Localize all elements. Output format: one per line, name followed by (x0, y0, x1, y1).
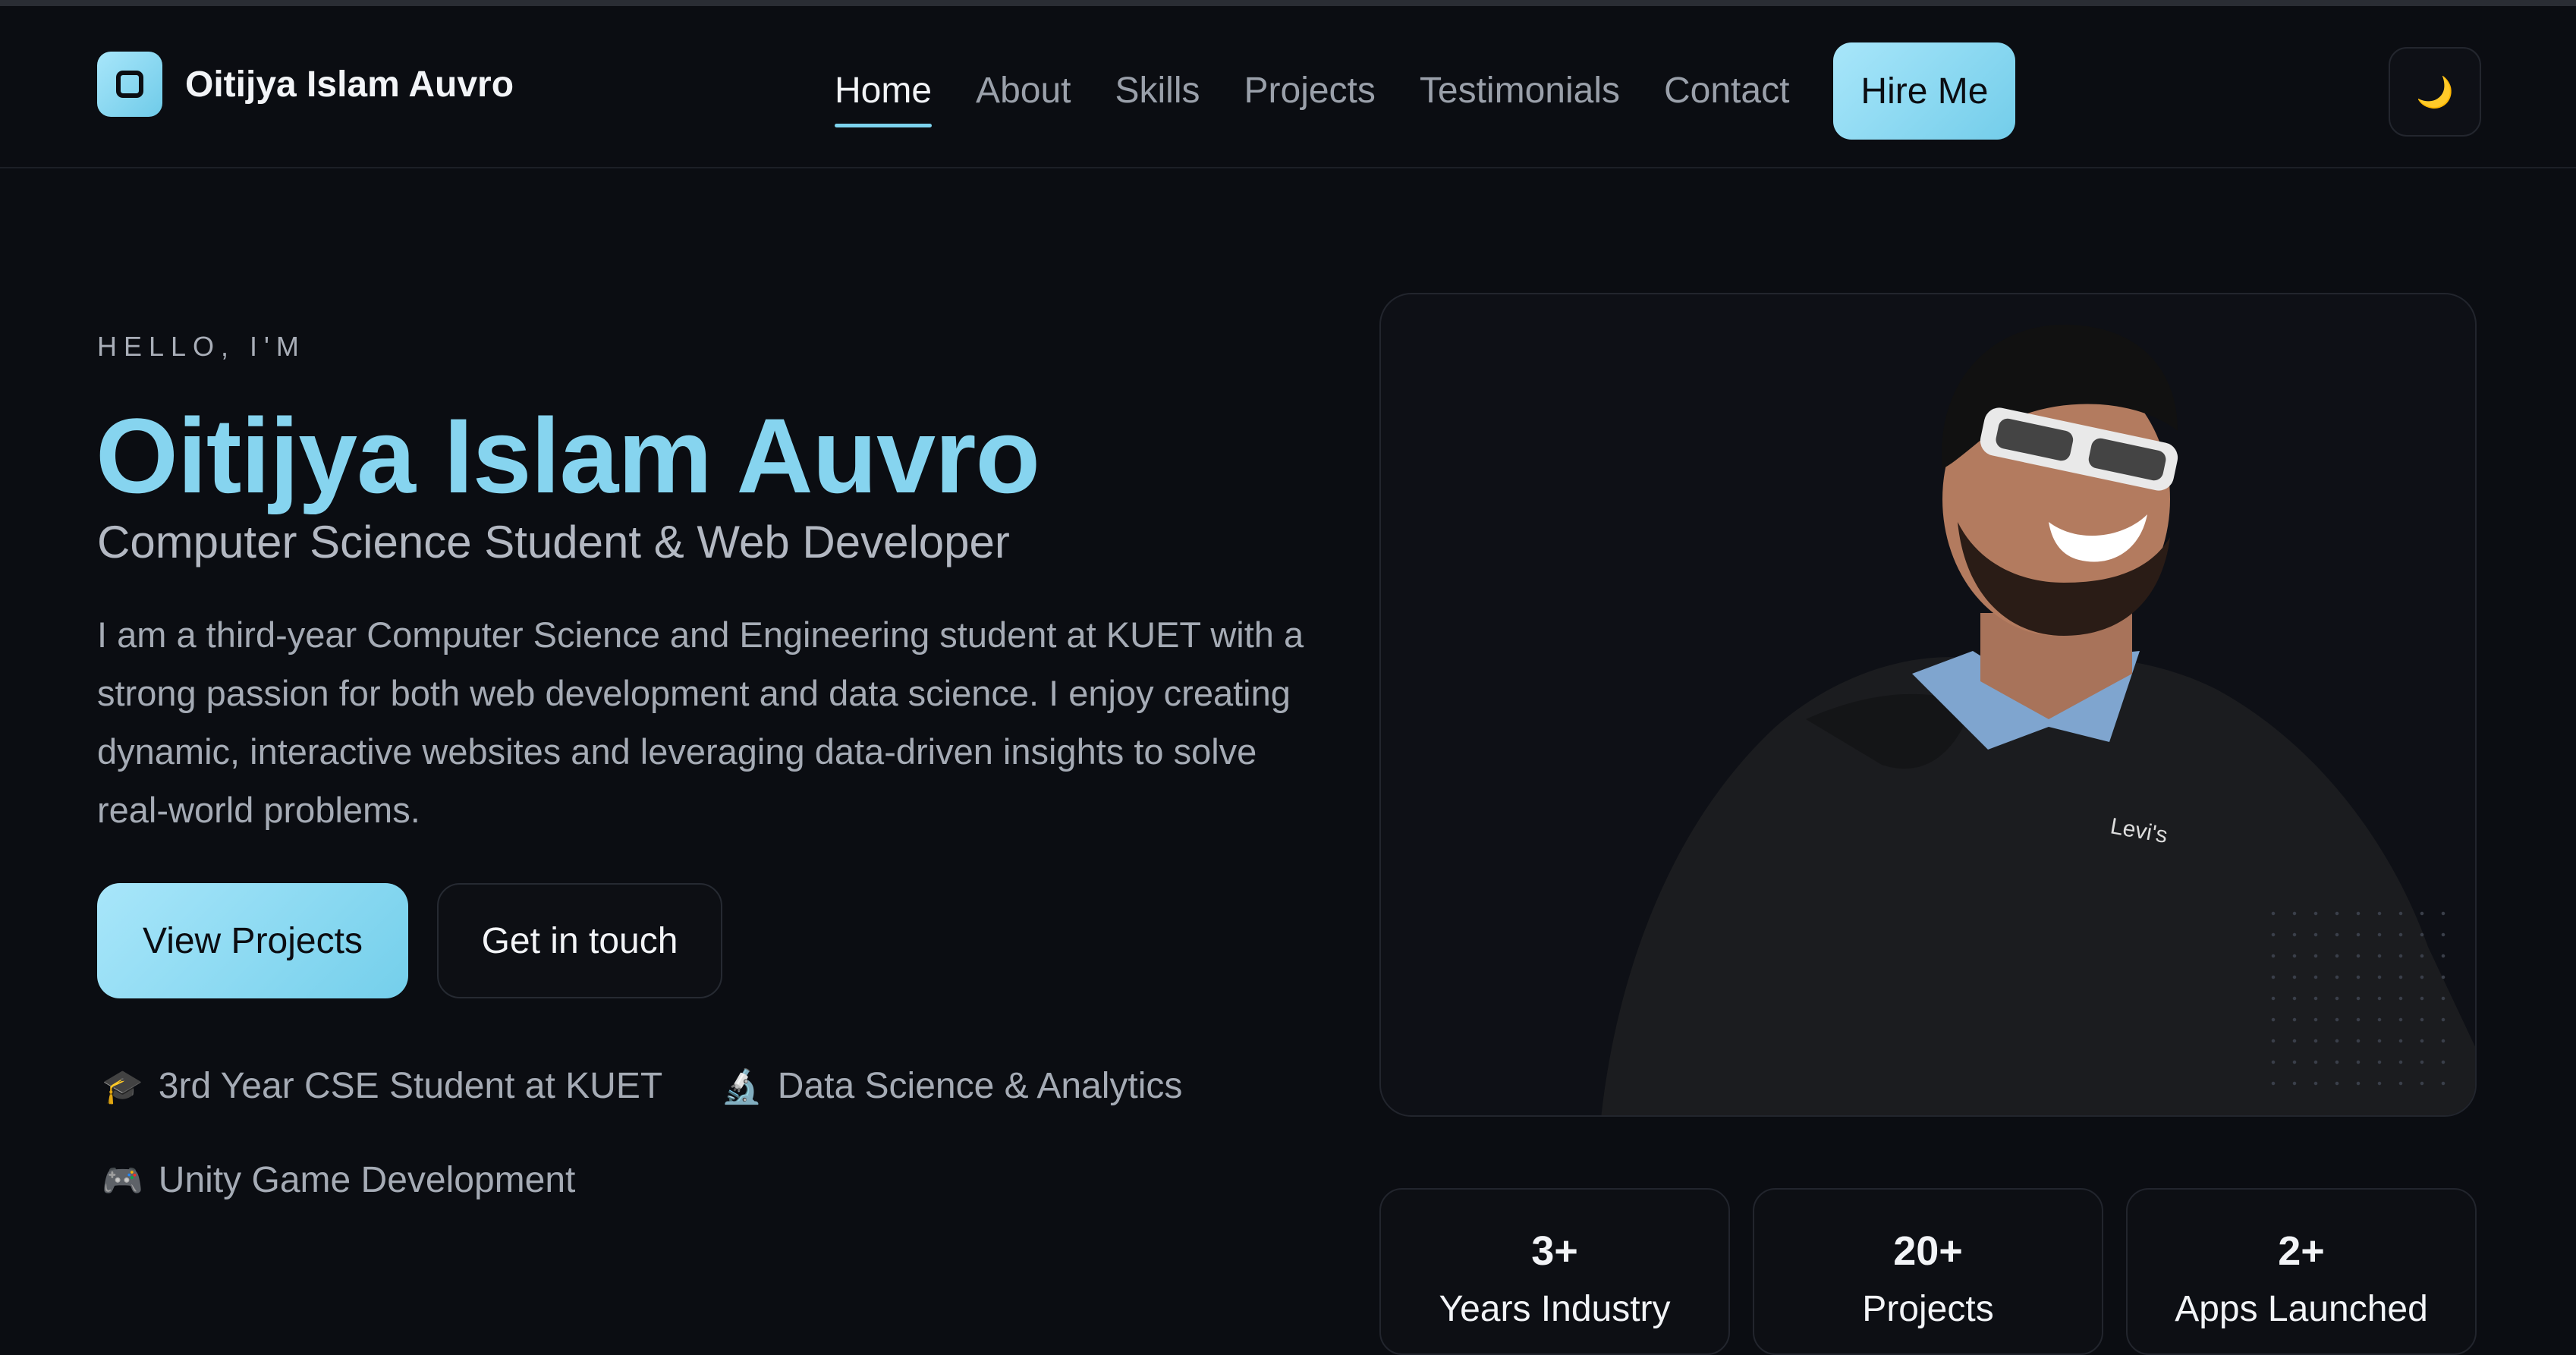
tag-data-science: 🔬 Data Science & Analytics (721, 1065, 1182, 1107)
gamepad-icon: 🎮 (102, 1162, 143, 1199)
stat-value: 3+ (1531, 1228, 1578, 1274)
moon-icon: 🌙 (2416, 75, 2454, 109)
decorative-dot-grid (2263, 903, 2452, 1092)
hire-me-button[interactable]: Hire Me (1833, 42, 2016, 140)
site-header: Oitijya Islam Auvro Home About Skills Pr… (0, 6, 2576, 168)
hero-name: Oitijya Islam Auvro (96, 396, 1040, 515)
window-top-border (0, 0, 2576, 6)
hero-eyebrow: HELLO, I'M (97, 331, 306, 362)
profile-photo-card: Levi's (1379, 293, 2477, 1117)
tag-game-dev: 🎮 Unity Game Development (102, 1159, 575, 1201)
nav-testimonials[interactable]: Testimonials (1420, 42, 1620, 140)
tag-label: Data Science & Analytics (777, 1066, 1183, 1106)
stat-label: Apps Launched (2175, 1289, 2428, 1329)
stat-card-apps: 2+ Apps Launched (2126, 1188, 2477, 1355)
nav-projects[interactable]: Projects (1244, 42, 1376, 140)
main-nav: Home About Skills Projects Testimonials … (835, 42, 2016, 140)
nav-home[interactable]: Home (835, 42, 933, 140)
nav-about[interactable]: About (976, 42, 1071, 140)
logo-icon (97, 52, 162, 117)
tag-label: Unity Game Development (158, 1160, 576, 1200)
stat-label: Projects (1862, 1289, 1994, 1329)
hero-bio: I am a third-year Computer Science and E… (97, 615, 1304, 830)
hero-role: Computer Science Student & Web Developer (97, 517, 1010, 567)
brand-logo[interactable]: Oitijya Islam Auvro (97, 52, 514, 117)
stat-label: Years Industry (1439, 1289, 1671, 1329)
graduation-cap-icon: 🎓 (102, 1067, 143, 1105)
tag-label: 3rd Year CSE Student at KUET (158, 1066, 663, 1106)
stat-card-years: 3+ Years Industry (1379, 1188, 1730, 1355)
nav-contact[interactable]: Contact (1664, 42, 1789, 140)
theme-toggle-button[interactable]: 🌙 (2389, 47, 2481, 137)
view-projects-button[interactable]: View Projects (97, 883, 408, 998)
stat-card-projects: 20+ Projects (1753, 1188, 2103, 1355)
stat-value: 2+ (2278, 1228, 2325, 1274)
brand-name: Oitijya Islam Auvro (185, 64, 514, 105)
get-in-touch-button[interactable]: Get in touch (437, 883, 722, 998)
microscope-icon: 🔬 (721, 1067, 763, 1105)
tag-education: 🎓 3rd Year CSE Student at KUET (102, 1065, 662, 1107)
stat-value: 20+ (1893, 1228, 1963, 1274)
nav-skills[interactable]: Skills (1115, 42, 1200, 140)
